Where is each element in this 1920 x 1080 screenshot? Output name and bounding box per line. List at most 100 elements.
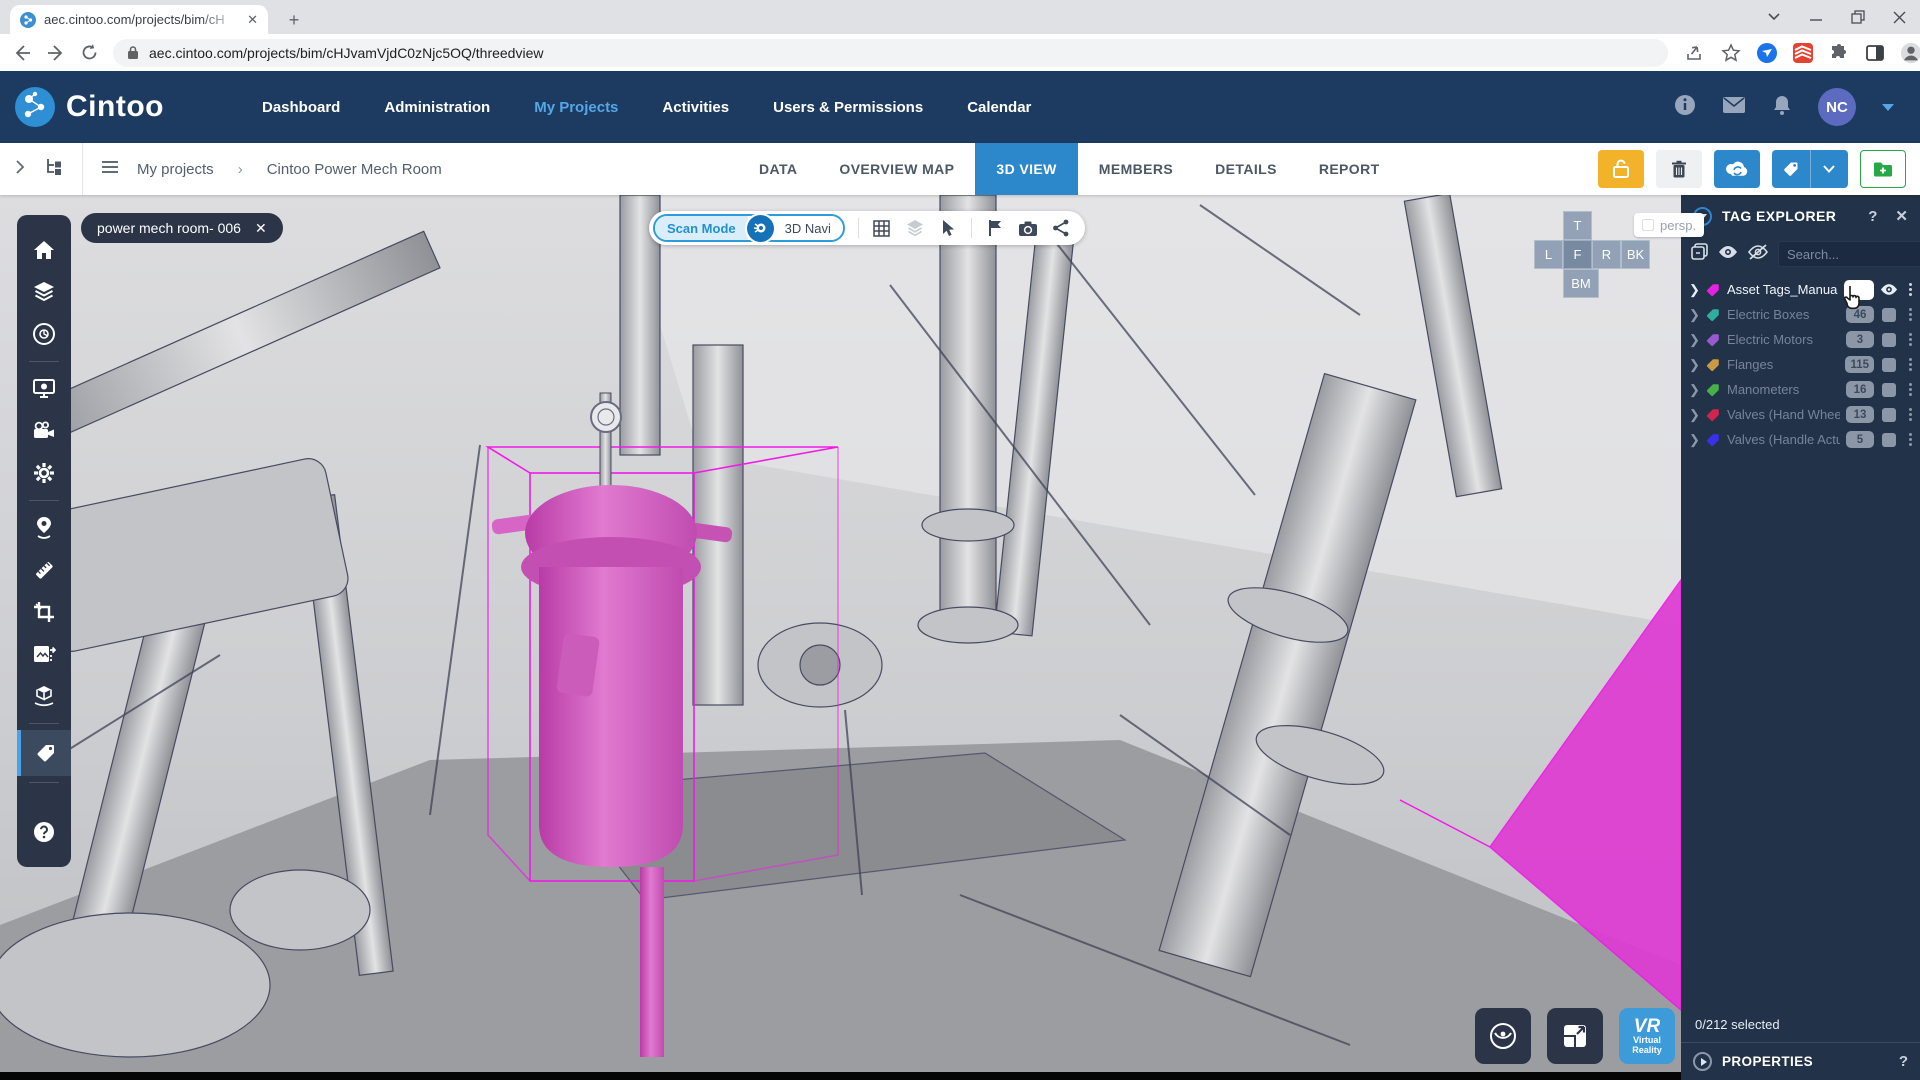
row-menu-dots-icon[interactable] [1908, 358, 1912, 371]
select-cursor-icon[interactable] [938, 218, 958, 238]
row-menu-dots-icon[interactable] [1908, 308, 1912, 321]
tag-dropdown-button[interactable] [1810, 150, 1849, 188]
tag-group-count-badge[interactable] [1844, 280, 1874, 300]
viewcube-bottom[interactable]: BM [1563, 269, 1599, 298]
cintoo-brand[interactable]: Cintoo [14, 86, 234, 128]
user-menu-caret-icon[interactable] [1882, 104, 1894, 111]
user-avatar[interactable]: NC [1818, 88, 1856, 126]
viewcube-back[interactable]: BK [1621, 240, 1650, 269]
navi-toggle-knob[interactable] [747, 215, 774, 242]
window-restore-icon[interactable] [1851, 10, 1865, 24]
nav-users-permissions[interactable]: Users & Permissions [773, 99, 923, 116]
nav-my-projects[interactable]: My Projects [534, 99, 618, 116]
row-menu-dots-icon[interactable] [1908, 283, 1912, 296]
3d-navi-label[interactable]: 3D Navi [773, 216, 843, 240]
extensions-puzzle-icon[interactable] [1828, 42, 1850, 64]
scan-tab-chip[interactable]: power mech room- 006 ✕ [81, 213, 283, 243]
cloud-sync-button[interactable] [1714, 150, 1760, 188]
map-pin-icon[interactable] [17, 507, 71, 549]
tab-search-icon[interactable] [1767, 12, 1781, 22]
reload-icon[interactable] [80, 42, 99, 64]
properties-bar[interactable]: PROPERTIES ? [1681, 1042, 1920, 1080]
panorama-sphere-icon[interactable] [17, 313, 71, 355]
nav-administration[interactable]: Administration [384, 99, 490, 116]
expand-chevron-icon[interactable]: ❯ [1689, 382, 1699, 398]
panel-help-icon[interactable]: ? [1868, 208, 1877, 225]
grid-view-icon[interactable] [872, 218, 892, 238]
annotation-flag-icon[interactable] [985, 218, 1005, 238]
window-minimize-icon[interactable] [1809, 12, 1823, 22]
tab-data[interactable]: DATA [738, 143, 818, 195]
group-select-checkbox[interactable] [1882, 308, 1896, 322]
tag-group-row-flanges[interactable]: ❯ Flanges 115 [1681, 352, 1920, 377]
row-menu-dots-icon[interactable] [1908, 333, 1912, 346]
nav-calendar[interactable]: Calendar [967, 99, 1031, 116]
back-icon[interactable] [12, 42, 32, 64]
tag-group-row-electric-motors[interactable]: ❯ Electric Motors 3 [1681, 327, 1920, 352]
group-select-checkbox[interactable] [1882, 333, 1896, 347]
group-select-checkbox[interactable] [1882, 433, 1896, 447]
measure-ruler-icon[interactable] [17, 549, 71, 591]
screenshot-camera-icon[interactable] [1018, 218, 1038, 238]
tag-group-row-valves-handle-actuated[interactable]: ❯ Valves (Handle Actua... 5 [1681, 427, 1920, 452]
group-select-checkbox[interactable] [1882, 408, 1896, 422]
tab-3d-view[interactable]: 3D VIEW [975, 143, 1077, 195]
share-icon[interactable] [1684, 42, 1706, 64]
nav-activities[interactable]: Activities [662, 99, 729, 116]
row-menu-dots-icon[interactable] [1908, 408, 1912, 421]
tab-report[interactable]: REPORT [1298, 143, 1401, 195]
info-icon[interactable] [1674, 94, 1696, 121]
row-menu-dots-icon[interactable] [1908, 433, 1912, 446]
animation-camera-icon[interactable] [17, 410, 71, 452]
projection-toggle[interactable]: persp. [1634, 213, 1704, 237]
virtual-reality-button[interactable]: VR VirtualReality [1619, 1008, 1675, 1064]
group-select-checkbox[interactable] [1882, 383, 1896, 397]
display-settings-icon[interactable] [17, 368, 71, 410]
duplicate-tags-icon[interactable] [1691, 243, 1708, 265]
tag-group-row-manometers[interactable]: ❯ Manometers 16 [1681, 377, 1920, 402]
bookmark-star-icon[interactable] [1720, 42, 1742, 64]
project-tree-icon[interactable] [44, 158, 64, 181]
extension-todoist-icon[interactable] [1792, 42, 1814, 64]
tag-explorer-sidebar-icon[interactable] [17, 730, 71, 776]
home-view-icon[interactable] [17, 229, 71, 271]
layers-panel-icon[interactable] [17, 271, 71, 313]
notifications-bell-icon[interactable] [1772, 94, 1792, 121]
tab-details[interactable]: DETAILS [1194, 143, 1298, 195]
address-bar[interactable]: aec.cintoo.com/projects/bim/cHJvamVjdC0z… [113, 39, 1668, 67]
expand-chevron-icon[interactable]: ❯ [1689, 432, 1699, 448]
properties-expand-icon[interactable] [1693, 1052, 1712, 1071]
hide-all-eye-slash-icon[interactable] [1748, 244, 1768, 265]
viewcube-left[interactable]: L [1534, 240, 1563, 269]
delete-button[interactable] [1656, 150, 1702, 188]
lock-button[interactable] [1598, 150, 1644, 188]
nav-dashboard[interactable]: Dashboard [262, 99, 340, 116]
expand-chevron-icon[interactable]: ❯ [1689, 282, 1699, 298]
layers-icon[interactable] [905, 218, 925, 238]
expand-chevron-icon[interactable]: ❯ [1689, 357, 1699, 373]
breadcrumb-root[interactable]: My projects [137, 161, 214, 178]
add-to-folder-button[interactable] [1860, 150, 1906, 188]
split-view-button[interactable] [1547, 1008, 1603, 1064]
expand-chevron-icon[interactable]: ❯ [1689, 307, 1699, 323]
3d-model-cube-icon[interactable] [17, 675, 71, 717]
row-menu-dots-icon[interactable] [1908, 383, 1912, 396]
browser-tab[interactable]: aec.cintoo.com/projects/bim/cH ✕ [10, 5, 268, 34]
section-crop-icon[interactable] [17, 591, 71, 633]
scan-tab-close-icon[interactable]: ✕ [255, 220, 267, 237]
viewcube-top[interactable]: T [1563, 211, 1592, 240]
tab-members[interactable]: MEMBERS [1078, 143, 1194, 195]
side-panel-icon[interactable] [1864, 42, 1886, 64]
collapse-chevron-icon[interactable] [14, 159, 26, 180]
breadcrumb-project[interactable]: Cintoo Power Mech Room [267, 161, 442, 178]
expand-chevron-icon[interactable]: ❯ [1689, 332, 1699, 348]
tag-button[interactable] [1772, 150, 1810, 188]
tag-search-box[interactable] [1778, 241, 1920, 267]
help-icon[interactable] [17, 811, 71, 853]
viewcube-front[interactable]: F [1563, 240, 1592, 269]
window-close-icon[interactable] [1893, 11, 1906, 24]
orientation-compass-button[interactable] [1475, 1008, 1531, 1064]
mail-icon[interactable] [1722, 96, 1746, 119]
hamburger-menu-icon[interactable] [101, 160, 119, 179]
navigation-mode-toggle[interactable]: Scan Mode 3D Navi [653, 214, 845, 242]
